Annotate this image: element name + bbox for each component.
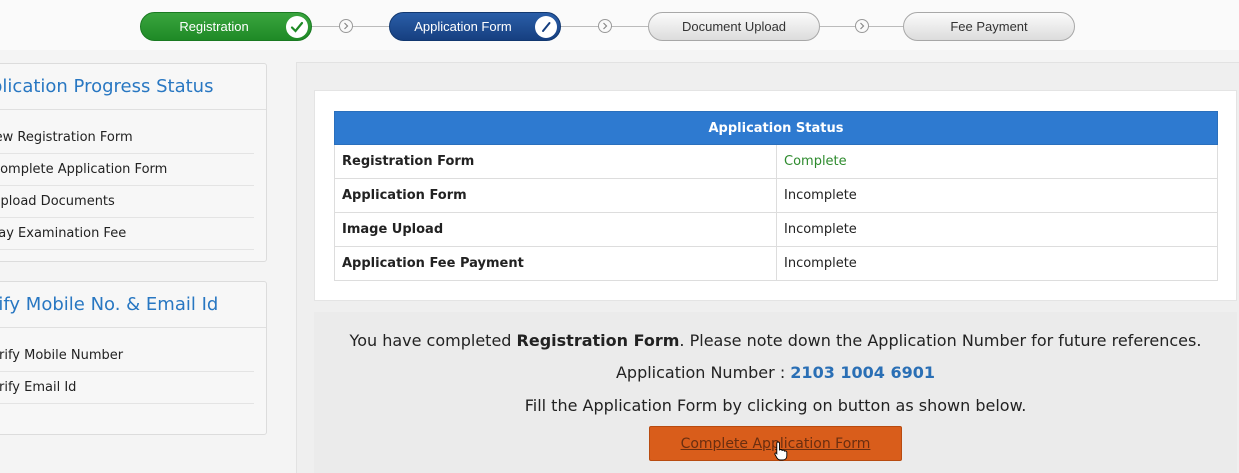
table-row: Registration Form Complete [334,144,1218,179]
check-icon [286,16,308,38]
field-name: Registration Form [334,144,777,179]
status-value: Incomplete [776,246,1218,281]
application-number-line: Application Number : 2103 1004 6901 [314,363,1237,382]
message-line-3: Fill the Application Form by clicking on… [524,396,1027,415]
link-view-registration-form[interactable]: iew Registration Form [0,122,254,154]
table-row: Image Upload Incomplete [334,212,1218,247]
status-value: Complete [776,144,1218,179]
table-row: Application Form Incomplete [334,178,1218,213]
step-label: Application Form [414,19,512,34]
step-label: Registration [179,19,249,34]
step-label: Fee Payment [950,19,1028,34]
application-number-value: 2103 1004 6901 [790,363,936,382]
pencil-icon [535,16,557,38]
field-name: Application Fee Payment [334,246,777,281]
chevron-right-icon [339,19,353,33]
message-prefix: You have completed [349,331,517,350]
application-status-table: Application Status Registration Form Com… [334,111,1218,281]
link-verify-email[interactable]: erify Email Id [0,372,254,404]
step-fee-payment[interactable]: Fee Payment [903,12,1075,41]
status-value: Incomplete [776,178,1218,213]
step-label: Document Upload [681,19,787,34]
message-bold: Registration Form [516,331,680,350]
panel-title: plication Progress Status [0,64,266,110]
step-registration[interactable]: Registration [140,12,312,41]
field-name: Application Form [334,178,777,213]
hand-cursor-icon [774,441,788,461]
chevron-right-icon [855,19,869,33]
step-application-form[interactable]: Application Form [389,12,561,41]
chevron-right-icon [598,19,612,33]
table-header: Application Status [334,111,1218,145]
status-value: Incomplete [776,212,1218,247]
link-verify-mobile[interactable]: erify Mobile Number [0,340,254,372]
application-number-label: Application Number : [615,363,791,382]
message-line-1: You have completed Registration Form. Pl… [314,331,1237,350]
message-suffix: . Please note down the Application Numbe… [679,331,1202,350]
step-document-upload[interactable]: Document Upload [648,12,820,41]
link-complete-application-form[interactable]: Complete Application Form [0,154,254,186]
verify-panel: rify Mobile No. & Email Id erify Mobile … [0,281,267,435]
link-upload-documents[interactable]: Upload Documents [0,186,254,218]
progress-stepper: Registration Application Form Document U… [0,0,1239,50]
progress-panel: plication Progress Status iew Registrati… [0,63,267,262]
link-pay-examination-fee[interactable]: Pay Examination Fee [0,218,254,250]
panel-title: rify Mobile No. & Email Id [0,282,266,328]
table-row: Application Fee Payment Incomplete [334,246,1218,281]
field-name: Image Upload [334,212,777,247]
